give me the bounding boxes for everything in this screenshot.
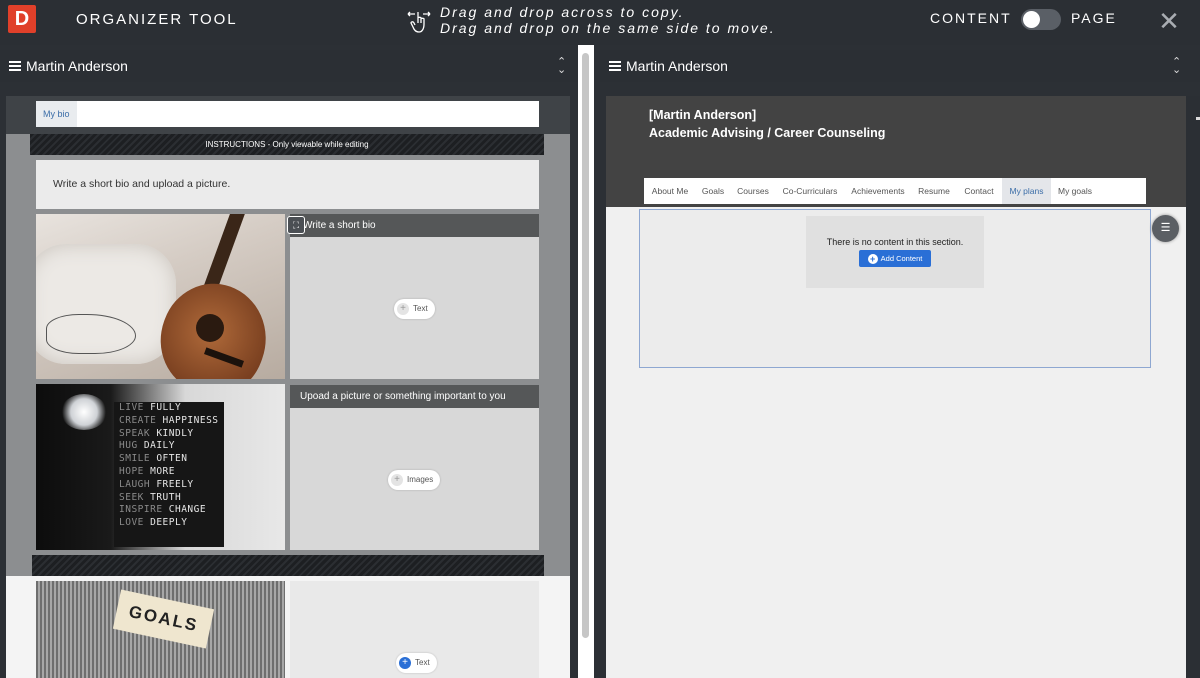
picture-block-heading: Upoad a picture or something important t… xyxy=(290,385,539,408)
sign-line: LIVE FULLY xyxy=(119,402,182,413)
left-portfolio-selector[interactable]: Martin Anderson ⌃ ⌄ xyxy=(0,50,578,82)
scrollbar-thumb[interactable] xyxy=(582,53,589,638)
left-panel-scrollbar[interactable] xyxy=(578,45,594,678)
sign-board: LIVE FULLY CREATE HAPPINESS SPEAK KINDLY HU… xyxy=(114,402,224,547)
nav-item-resume[interactable]: Resume xyxy=(912,178,956,204)
section-divider xyxy=(32,555,544,576)
drag-instruction-copy: Drag and drop across to copy. xyxy=(440,4,685,20)
page-nav: About Me Goals Courses Co-Curriculars Ac… xyxy=(644,178,1146,204)
sign-line: CREATE HAPPINESS xyxy=(119,414,219,426)
plus-icon: + xyxy=(399,657,411,669)
instructions-text: Write a short bio and upload a picture. xyxy=(36,160,539,209)
page-tab-bar: My bio xyxy=(36,101,539,127)
add-images-label: Images xyxy=(407,475,434,484)
list-icon xyxy=(9,61,21,71)
sign-line: HOPE MORE xyxy=(119,465,175,477)
add-text-button[interactable]: + Text xyxy=(396,653,437,673)
right-portfolio-name: Martin Anderson xyxy=(626,58,728,74)
add-content-label: Add Content xyxy=(880,254,923,263)
expand-icon[interactable]: ⛶ xyxy=(287,216,305,234)
app-logo: D xyxy=(8,5,36,33)
add-text-label: Text xyxy=(415,658,430,667)
sign-line: INSPIRE CHANGE xyxy=(119,504,207,516)
goals-photo[interactable]: GOALS xyxy=(36,581,285,678)
instructions-banner: INSTRUCTIONS - Only viewable while editi… xyxy=(30,134,544,155)
plus-icon: + xyxy=(397,303,409,315)
chevron-updown-icon: ⌃ ⌄ xyxy=(557,56,567,76)
list-icon xyxy=(609,61,621,71)
nav-item-achievements[interactable]: Achievements xyxy=(844,178,912,204)
section-menu-icon[interactable]: ☰ xyxy=(1152,215,1179,242)
nav-item-my-goals[interactable]: My goals xyxy=(1051,178,1099,204)
right-panel: [Martin Anderson] Academic Advising / Ca… xyxy=(606,96,1186,678)
add-text-button[interactable]: + Text xyxy=(394,299,435,319)
mode-content-label: CONTENT xyxy=(930,10,1012,26)
sign-line: LOVE DEEPLY xyxy=(119,517,188,529)
nav-item-about-me[interactable]: About Me xyxy=(644,178,696,204)
page-header: [Martin Anderson] Academic Advising / Ca… xyxy=(606,96,1186,207)
bio-block-heading: Write a short bio xyxy=(290,214,539,237)
drag-instructions: Drag and drop across to copy. Drag and d… xyxy=(440,4,776,36)
tab-my-bio[interactable]: My bio xyxy=(36,101,77,127)
nav-item-co-curriculars[interactable]: Co-Curriculars xyxy=(776,178,844,204)
picture-block-heading-text: Upoad a picture or something important t… xyxy=(300,391,506,402)
add-text-label: Text xyxy=(413,304,428,313)
drag-hand-icon xyxy=(407,11,431,33)
goals-block-body: + Text xyxy=(290,581,539,678)
goals-tag: GOALS xyxy=(112,589,215,649)
empty-section-message: There is no content in this section. xyxy=(826,237,964,247)
add-images-button[interactable]: + Images xyxy=(388,470,441,490)
top-bar: D ORGANIZER TOOL Drag and drop across to… xyxy=(0,0,1200,45)
picture-block-body: + Images xyxy=(290,408,539,550)
right-portfolio-selector[interactable]: Martin Anderson ⌃ ⌄ xyxy=(600,50,1200,82)
chevron-updown-icon: ⌃ ⌄ xyxy=(1172,56,1182,76)
content-page-toggle[interactable] xyxy=(1021,9,1061,30)
add-content-button[interactable]: + Add Content xyxy=(859,250,931,267)
nav-item-goals[interactable]: Goals xyxy=(696,178,730,204)
plans-section[interactable]: There is no content in this section. + Ad… xyxy=(639,209,1151,368)
sign-line: HUG DAILY xyxy=(119,440,175,452)
drag-instruction-move: Drag and drop on the same side to move. xyxy=(440,20,776,36)
empty-section-card: There is no content in this section. + Ad… xyxy=(806,216,984,288)
guitar-photo[interactable] xyxy=(36,214,285,379)
toggle-knob xyxy=(1023,11,1040,28)
nav-item-courses[interactable]: Courses xyxy=(730,178,776,204)
nav-item-my-plans[interactable]: My plans xyxy=(1002,178,1051,204)
nav-item-contact[interactable]: Contact xyxy=(956,178,1002,204)
page-owner-name: [Martin Anderson] xyxy=(649,108,757,122)
left-panel: My bio INSTRUCTIONS - Only viewable whil… xyxy=(6,96,570,678)
bio-block-heading-text: Write a short bio xyxy=(303,220,376,231)
sign-line: SPEAK KINDLY xyxy=(119,427,194,439)
sign-line: SMILE OFTEN xyxy=(119,453,188,465)
page-subtitle: Academic Advising / Career Counseling xyxy=(649,126,886,140)
sign-line: LAUGH FREELY xyxy=(119,478,194,490)
left-portfolio-name: Martin Anderson xyxy=(26,58,128,74)
bio-block-body: + Text xyxy=(290,237,539,379)
mode-page-label: PAGE xyxy=(1071,10,1117,26)
plus-icon: + xyxy=(391,474,403,486)
sign-line: SEEK TRUTH xyxy=(119,491,182,503)
plus-icon: + xyxy=(867,254,878,264)
motivational-sign-photo[interactable]: LIVE FULLY CREATE HAPPINESS SPEAK KINDLY HU… xyxy=(36,384,285,550)
close-icon[interactable]: ✕ xyxy=(1158,8,1180,34)
tool-title: ORGANIZER TOOL xyxy=(76,11,238,28)
